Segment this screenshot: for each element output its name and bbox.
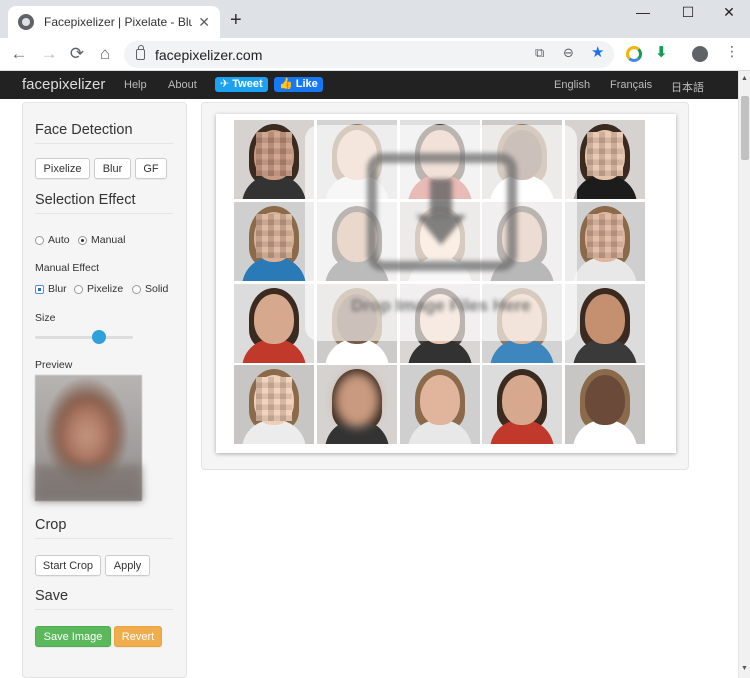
browser-tab[interactable]: Facepixelizer | Pixelate - Blur - A ✕ xyxy=(8,6,220,38)
lang-japanese-link[interactable]: 日本語 xyxy=(671,79,704,95)
portrait-photo xyxy=(234,120,314,199)
thumbs-up-icon: 👍 xyxy=(279,78,296,90)
zoom-icon[interactable]: ⊖ xyxy=(563,45,574,61)
reload-icon[interactable]: ⟳ xyxy=(66,43,88,65)
profile-avatar-icon[interactable] xyxy=(692,46,708,62)
new-tab-button[interactable]: + xyxy=(230,8,242,32)
portrait-photo xyxy=(399,365,480,445)
scroll-thumb[interactable] xyxy=(741,96,749,160)
save-image-button[interactable]: Save Image xyxy=(35,626,111,647)
drop-zone-text: Drop Image Files Here xyxy=(351,296,531,315)
selection-effect-heading: Selection Effect xyxy=(35,192,173,214)
drop-zone-overlay[interactable]: Drop Image Files Here xyxy=(305,125,577,341)
effect-pixelize-radio[interactable]: Pixelize xyxy=(74,283,123,295)
start-crop-button[interactable]: Start Crop xyxy=(35,555,101,576)
forward-arrow-icon[interactable]: → xyxy=(38,43,60,65)
browser-tabstrip: Facepixelizer | Pixelate - Blur - A ✕ + … xyxy=(0,0,750,38)
translate-icon[interactable]: ⧉ xyxy=(535,45,544,61)
tweet-button[interactable]: ✈ Tweet xyxy=(215,77,268,92)
twitter-bird-icon: ✈ xyxy=(220,78,233,90)
nav-about-link[interactable]: About xyxy=(168,79,197,91)
preview-label: Preview xyxy=(35,359,73,371)
url-text: facepixelizer.com xyxy=(155,46,263,63)
globe-icon xyxy=(18,14,34,30)
download-arrow-icon xyxy=(416,179,466,254)
mode-auto-radio[interactable]: Auto xyxy=(35,234,70,246)
portrait-photo xyxy=(234,283,314,363)
portrait-photo xyxy=(565,283,645,363)
tab-close-icon[interactable]: ✕ xyxy=(198,14,210,31)
crop-heading: Crop xyxy=(35,517,173,539)
download-extension-icon[interactable]: ⬇ xyxy=(655,43,668,61)
minimize-button[interactable]: — xyxy=(628,4,658,20)
detect-gf-button[interactable]: GF xyxy=(135,158,167,179)
extension-gauge-icon[interactable] xyxy=(626,46,642,62)
browser-toolbar: ← → ⟳ ⌂ facepixelizer.com ⧉ ⊖ ★ ⬇ ⋮ xyxy=(0,38,750,71)
lang-english-link[interactable]: English xyxy=(554,79,590,91)
nav-help-link[interactable]: Help xyxy=(124,79,147,91)
bookmark-star-icon[interactable]: ★ xyxy=(591,43,604,61)
manual-effect-label: Manual Effect xyxy=(35,262,100,274)
like-button[interactable]: 👍 Like xyxy=(274,77,323,92)
detect-pixelize-button[interactable]: Pixelize xyxy=(35,158,90,179)
preview-image xyxy=(35,375,142,501)
face-detection-heading: Face Detection xyxy=(35,122,173,144)
control-panel: Face Detection Pixelize Blur GF Selectio… xyxy=(22,102,187,678)
portrait-photo xyxy=(316,365,397,445)
page-scrollbar[interactable]: ▲ ▼ xyxy=(738,71,750,678)
size-label: Size xyxy=(35,312,56,324)
tab-title: Facepixelizer | Pixelate - Blur - A xyxy=(44,15,193,29)
revert-button[interactable]: Revert xyxy=(114,626,162,647)
site-navbar: facepixelizer Help About ✈ Tweet 👍 Like … xyxy=(0,71,738,99)
apply-crop-button[interactable]: Apply xyxy=(105,555,150,576)
portrait-photo xyxy=(234,201,314,281)
maximize-button[interactable]: ☐ xyxy=(673,4,703,21)
size-slider-thumb[interactable] xyxy=(91,330,106,344)
scroll-down-icon[interactable]: ▼ xyxy=(741,665,748,672)
portrait-photo xyxy=(565,365,645,445)
detect-blur-button[interactable]: Blur xyxy=(94,158,131,179)
effect-solid-radio[interactable]: Solid xyxy=(132,283,168,295)
size-slider-track[interactable] xyxy=(35,336,133,339)
mode-manual-radio[interactable]: Manual xyxy=(78,234,125,246)
lock-icon xyxy=(136,45,145,60)
save-heading: Save xyxy=(35,588,173,610)
portrait-photo xyxy=(565,201,645,281)
site-brand[interactable]: facepixelizer xyxy=(22,76,105,93)
close-window-button[interactable]: ✕ xyxy=(714,4,744,21)
back-arrow-icon[interactable]: ← xyxy=(8,43,30,65)
home-icon[interactable]: ⌂ xyxy=(94,43,116,65)
effect-blur-radio[interactable]: Blur xyxy=(35,283,67,295)
lang-french-link[interactable]: Français xyxy=(610,79,652,91)
portrait-photo xyxy=(565,120,645,199)
portrait-photo xyxy=(234,365,314,445)
scroll-up-icon[interactable]: ▲ xyxy=(741,75,748,82)
menu-dots-icon[interactable]: ⋮ xyxy=(725,43,739,60)
portrait-photo xyxy=(482,365,563,445)
